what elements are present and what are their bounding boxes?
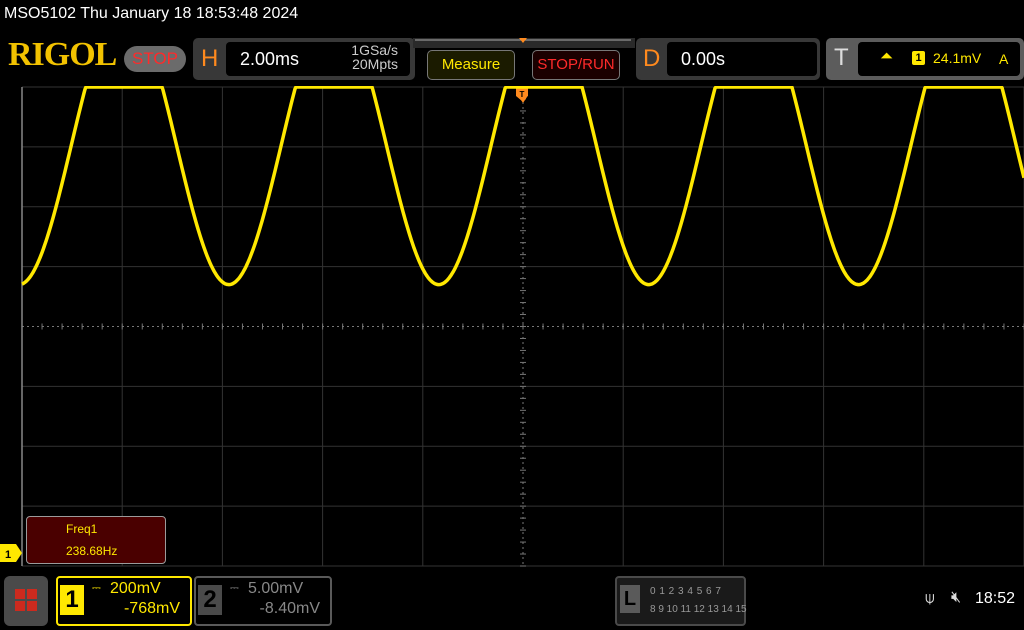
memory-position-bar (413, 38, 635, 48)
logic-channels-row1: 0 1 2 3 4 5 6 7 (650, 586, 721, 597)
timebase-value: 2.00ms (240, 49, 300, 69)
run-state-badge[interactable]: STOP (124, 46, 186, 72)
mute-icon[interactable]: 🔇︎ (951, 589, 961, 607)
rigol-logo: RIGOL (8, 36, 117, 73)
trigger-level: 24.1mV (933, 50, 982, 66)
ch1-offset-marker[interactable]: 1 (0, 544, 22, 562)
trigger-mode: A (999, 51, 1009, 67)
delay-letter: D (643, 45, 661, 72)
trigger-source-badge: 1 (912, 51, 925, 65)
memory-depth: 20Mpts (352, 56, 398, 72)
dc-coupling-icon: ⎓ (230, 582, 239, 594)
measure-button[interactable]: Measure (427, 50, 515, 80)
dc-coupling-icon: ⎓ (92, 582, 101, 594)
trigger-letter: T (834, 44, 849, 71)
measurement-value: 238.68Hz (66, 544, 118, 558)
ch2-number: 2 (198, 585, 222, 615)
trigger-arrow-icon (519, 97, 527, 103)
delay-value: 0.00s (681, 49, 726, 69)
waveform-display[interactable]: T (0, 86, 1024, 570)
ch1-marker-label: 1 (5, 549, 11, 561)
rising-edge-icon: ⏶ (880, 48, 893, 65)
logic-channels-row2: 8 9 10 11 12 13 14 15 (650, 604, 747, 615)
ch1-scale: 200mV (110, 580, 161, 597)
logic-letter: L (620, 585, 640, 613)
graticule (21, 86, 1024, 567)
window-title: MSO5102 Thu January 18 18:53:48 2024 (4, 5, 299, 22)
ch2-scale: 5.00mV (248, 580, 304, 597)
ch1-offset: -768mV (123, 600, 180, 617)
ch1-number: 1 (60, 585, 84, 615)
menu-grid-icon (15, 589, 37, 611)
measurement-label: Freq1 (66, 522, 98, 536)
clock: 18:52 (975, 590, 1016, 607)
ch2-offset: -8.40mV (259, 600, 320, 617)
horizontal-letter: H (201, 45, 219, 72)
stop-run-button[interactable]: STOP/RUN (532, 50, 620, 80)
usb-icon[interactable]: ⍦ (925, 590, 935, 608)
